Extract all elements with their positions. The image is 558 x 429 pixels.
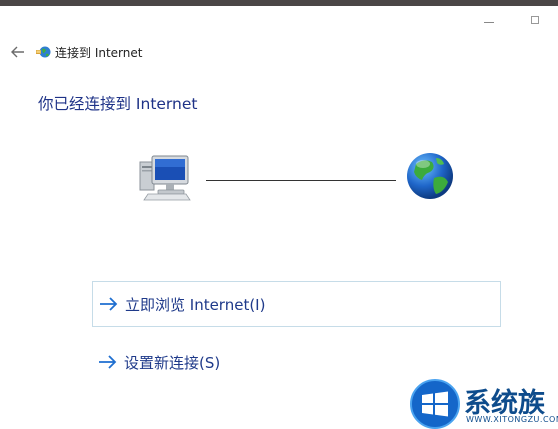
globe-icon <box>407 153 453 199</box>
maximize-button[interactable] <box>512 10 558 30</box>
watermark-domain: WWW.XITONGZU.COM <box>466 415 558 424</box>
window-controls <box>466 10 558 30</box>
back-button[interactable] <box>7 41 29 63</box>
connection-line <box>206 180 396 181</box>
setup-new-connection-link[interactable]: 设置新连接(S) <box>98 350 220 374</box>
connected-heading: 你已经连接到 Internet <box>38 95 198 113</box>
site-watermark: 系统族 WWW.XITONGZU.COM <box>408 375 558 429</box>
setup-new-connection-label: 设置新连接(S) <box>124 353 221 372</box>
minimize-icon <box>484 21 494 23</box>
arrow-right-icon <box>100 297 118 311</box>
maximize-icon <box>531 16 539 24</box>
window-title: 连接到 Internet <box>55 45 143 60</box>
connection-diagram <box>138 150 458 206</box>
back-arrow-icon <box>11 46 24 58</box>
window-header: 连接到 Internet <box>7 41 142 63</box>
arrow-right-icon <box>99 355 117 369</box>
browse-internet-label: 立即浏览 Internet(I) <box>125 295 266 314</box>
window-top-edge <box>0 0 558 6</box>
browse-internet-link[interactable]: 立即浏览 Internet(I) <box>92 281 501 327</box>
windows-logo-icon <box>410 379 460 429</box>
connect-to-internet-window: 连接到 Internet 你已经连接到 Internet 立即浏览 Intern… <box>0 0 558 429</box>
minimize-button[interactable] <box>466 10 512 30</box>
computer-icon <box>139 155 191 201</box>
network-globe-icon <box>36 46 51 58</box>
